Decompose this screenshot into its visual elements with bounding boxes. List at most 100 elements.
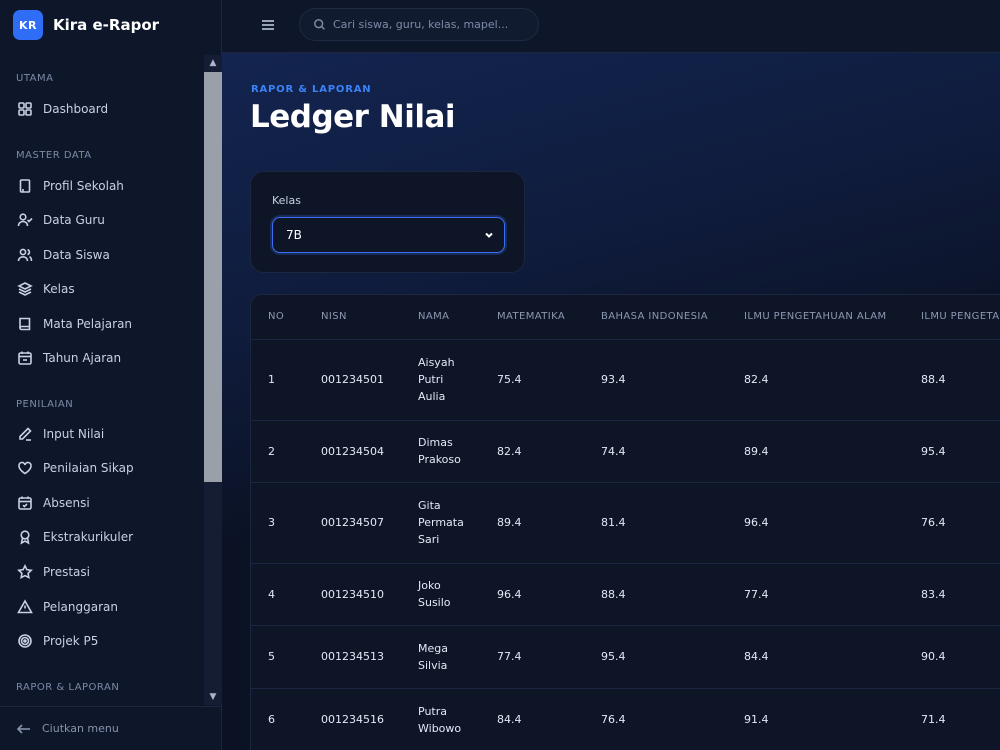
sidebar-item-label: Tahun Ajaran xyxy=(43,351,122,365)
name-line: Gita xyxy=(418,499,441,512)
user-check-icon xyxy=(16,211,34,229)
sidebar-item-label: Data Siswa xyxy=(43,248,110,262)
section-label-rapor-laporan: RAPOR & LAPORAN xyxy=(16,682,120,693)
sidebar-item-label: Absensi xyxy=(43,496,90,510)
sidebar-item-mata-pelajaran[interactable]: Mata Pelajaran xyxy=(0,309,204,339)
cell-bahasa-indonesia: 95.4 xyxy=(601,625,744,689)
cell-ips: 95.4 xyxy=(921,420,1000,483)
cell-ips: 88.4 xyxy=(921,339,1000,421)
cell-no: 1 xyxy=(251,339,321,421)
calendar-icon xyxy=(16,349,34,367)
name-line: Putri xyxy=(418,373,444,386)
grid-icon xyxy=(16,100,34,118)
search-box[interactable] xyxy=(299,8,539,41)
name-line: Silvia xyxy=(418,658,448,672)
cell-nisn: 001234501 xyxy=(321,339,418,421)
sidebar-item-input-nilai[interactable]: Input Nilai xyxy=(0,419,204,449)
table-row: 6 001234516 Putra Wibowo 84.4 76.4 91.4 7… xyxy=(251,688,1000,750)
cell-nisn: 001234510 xyxy=(321,563,418,626)
ledger-table-container[interactable]: NO NISN NAMA MATEMATIKA BAHASA INDONESIA… xyxy=(250,294,1000,750)
cell-ipa: 82.4 xyxy=(744,339,921,421)
collapse-menu-label: Ciutkan menu xyxy=(42,722,119,735)
search-input[interactable] xyxy=(333,18,523,31)
name-line: Sari xyxy=(418,533,440,546)
sidebar-item-projek-p5[interactable]: Projek P5 xyxy=(0,626,204,656)
cell-nisn: 001234513 xyxy=(321,625,418,689)
cell-ips: 83.4 xyxy=(921,563,1000,626)
column-header-bahasa-indonesia[interactable]: BAHASA INDONESIA xyxy=(601,295,744,340)
ledger-table: NO NISN NAMA MATEMATIKA BAHASA INDONESIA… xyxy=(251,295,1000,750)
brand-name: Kira e-Rapor xyxy=(53,16,160,34)
cell-nama: Joko Susilo xyxy=(418,563,497,626)
column-header-ipa[interactable]: ILMU PENGETAHUAN ALAM xyxy=(744,295,921,340)
name-line: Joko xyxy=(418,579,441,592)
cell-ipa: 89.4 xyxy=(744,420,921,483)
cell-bahasa-indonesia: 76.4 xyxy=(601,688,744,750)
book-icon xyxy=(16,315,34,333)
sidebar-item-tahun-ajaran[interactable]: Tahun Ajaran xyxy=(0,343,204,373)
table-row: 1 001234501 Aisyah Putri Aulia 75.4 93.4 8… xyxy=(251,339,1000,421)
column-header-nisn[interactable]: NISN xyxy=(321,295,418,340)
scroll-up-arrow-icon[interactable]: ▲ xyxy=(204,55,222,71)
cell-no: 3 xyxy=(251,482,321,564)
name-line: Aulia xyxy=(418,390,446,403)
sidebar-item-profil-sekolah[interactable]: Profil Sekolah xyxy=(0,171,204,201)
sidebar-item-data-guru[interactable]: Data Guru xyxy=(0,205,204,235)
sidebar-item-penilaian-sikap[interactable]: Penilaian Sikap xyxy=(0,453,204,483)
sidebar-item-absensi[interactable]: Absensi xyxy=(0,488,204,518)
sidebar-item-label: Kelas xyxy=(43,282,75,296)
search-icon xyxy=(314,19,325,30)
cell-no: 5 xyxy=(251,625,321,689)
cell-no: 6 xyxy=(251,688,321,750)
cell-matematika: 96.4 xyxy=(497,563,601,626)
target-icon xyxy=(16,632,34,650)
cell-ips: 90.4 xyxy=(921,625,1000,689)
cell-nisn: 001234507 xyxy=(321,482,418,564)
sidebar-nav: UTAMA Dashboard MASTER DATA Profil Sekol… xyxy=(0,55,204,705)
sidebar-item-label: Penilaian Sikap xyxy=(43,461,134,475)
users-icon xyxy=(16,246,34,264)
column-header-no[interactable]: NO xyxy=(251,295,321,340)
cell-matematika: 84.4 xyxy=(497,688,601,750)
sidebar-scrollbar[interactable]: ▲ ▼ xyxy=(204,55,222,705)
layers-icon xyxy=(16,280,34,298)
section-label-utama: UTAMA xyxy=(16,73,54,84)
class-select[interactable]: 7B xyxy=(272,217,505,253)
scroll-thumb[interactable] xyxy=(204,72,222,482)
arrow-left-icon xyxy=(16,723,30,734)
brand[interactable]: KR Kira e-Rapor xyxy=(0,0,222,50)
scroll-down-arrow-icon[interactable]: ▼ xyxy=(204,689,222,705)
table-header-row: NO NISN NAMA MATEMATIKA BAHASA INDONESIA… xyxy=(251,295,1000,340)
sidebar: KR Kira e-Rapor UTAMA Dashboard MASTER D… xyxy=(0,0,222,750)
sidebar-item-label: Prestasi xyxy=(43,565,90,579)
class-select-value: 7B xyxy=(286,228,302,242)
page-title: Ledger Nilai xyxy=(250,99,456,135)
cell-ipa: 77.4 xyxy=(744,563,921,626)
menu-toggle-button[interactable] xyxy=(258,15,278,35)
sidebar-item-pelanggaran[interactable]: Pelanggaran xyxy=(0,592,204,622)
table-row: 3 001234507 Gita Permata Sari 89.4 81.4 96… xyxy=(251,482,1000,564)
calendar-check-icon xyxy=(16,494,34,512)
name-line: Aisyah xyxy=(418,356,455,369)
column-header-nama[interactable]: NAMA xyxy=(418,295,497,340)
cell-matematika: 77.4 xyxy=(497,625,601,689)
pencil-icon xyxy=(16,425,34,443)
table-row: 4 001234510 Joko Susilo 96.4 88.4 77.4 83… xyxy=(251,563,1000,626)
table-row: 2 001234504 Dimas Prakoso 82.4 74.4 89.4 … xyxy=(251,420,1000,483)
cell-ipa: 84.4 xyxy=(744,625,921,689)
column-header-ips[interactable]: ILMU PENGETA xyxy=(921,295,1000,340)
column-header-matematika[interactable]: MATEMATIKA xyxy=(497,295,601,340)
topbar xyxy=(222,0,1000,53)
collapse-menu-button[interactable]: Ciutkan menu xyxy=(0,706,222,750)
cell-nama: Dimas Prakoso xyxy=(418,420,497,483)
sidebar-item-kelas[interactable]: Kelas xyxy=(0,274,204,304)
cell-ipa: 96.4 xyxy=(744,482,921,564)
cell-no: 2 xyxy=(251,420,321,483)
sidebar-item-ekstrakurikuler[interactable]: Ekstrakurikuler xyxy=(0,522,204,552)
cell-nisn: 001234516 xyxy=(321,688,418,750)
sidebar-item-label: Input Nilai xyxy=(43,427,105,441)
sidebar-item-data-siswa[interactable]: Data Siswa xyxy=(0,240,204,270)
sidebar-item-prestasi[interactable]: Prestasi xyxy=(0,557,204,587)
sidebar-item-dashboard[interactable]: Dashboard xyxy=(0,94,204,124)
table-row: 5 001234513 Mega Silvia 77.4 95.4 84.4 90… xyxy=(251,625,1000,689)
